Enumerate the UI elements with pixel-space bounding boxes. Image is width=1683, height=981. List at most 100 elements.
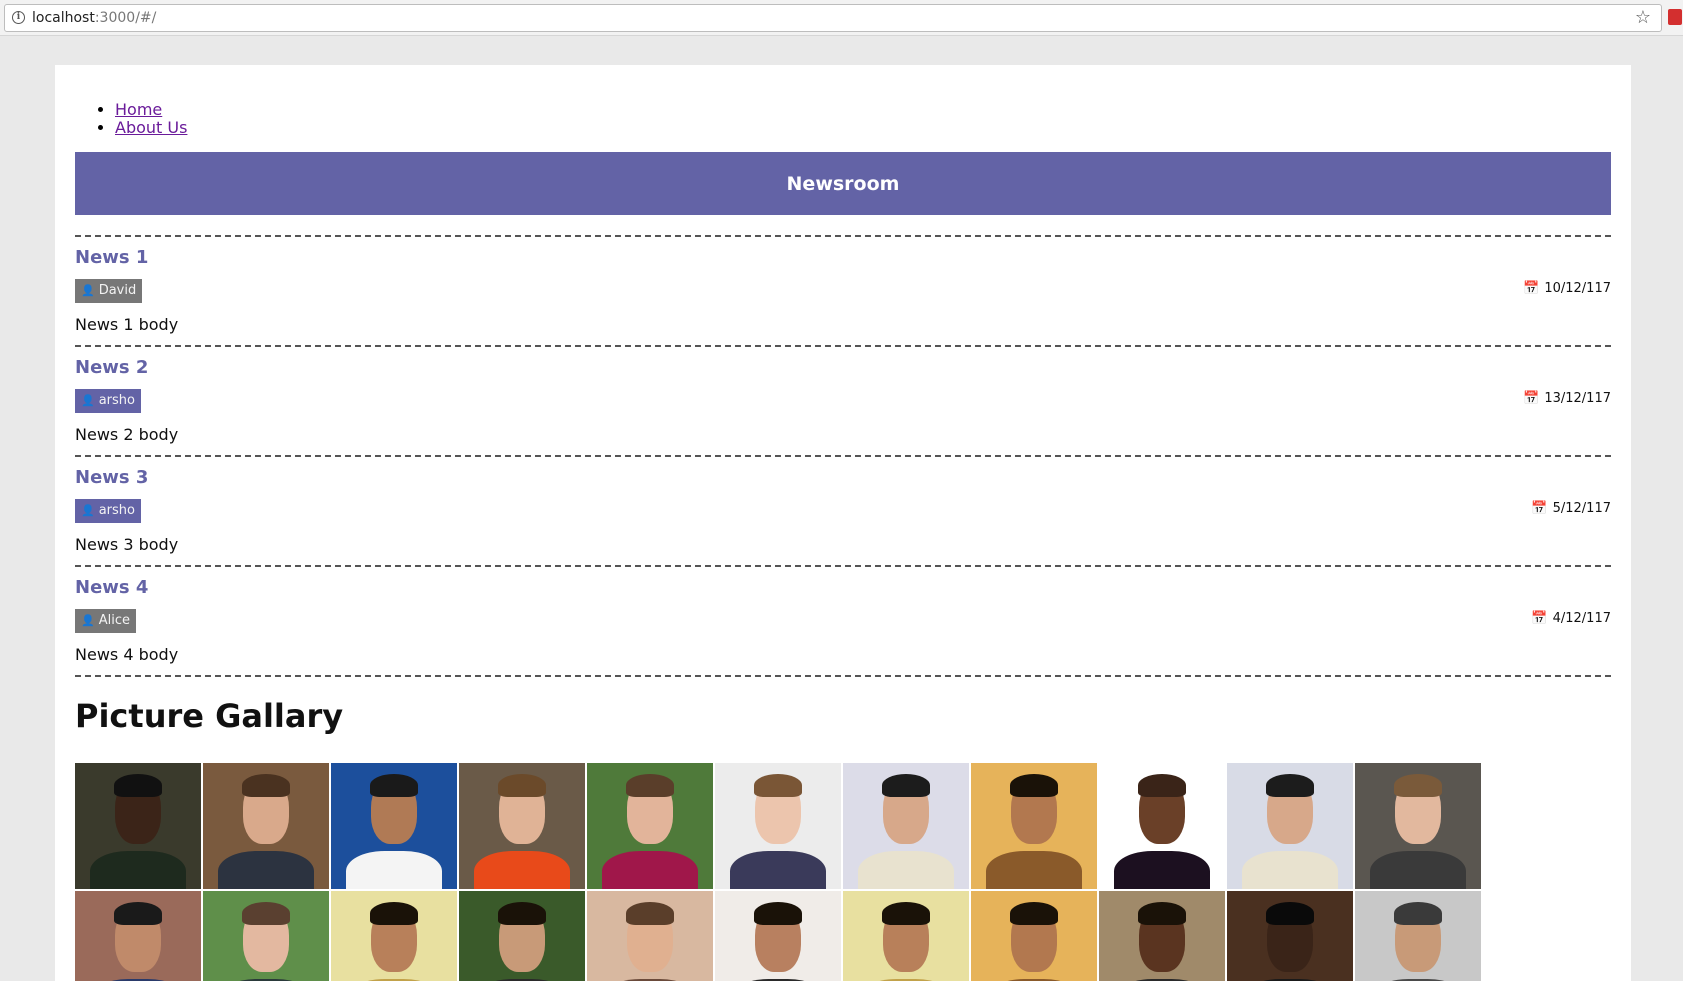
gallery-photo[interactable] — [715, 763, 841, 889]
newsroom-banner: Newsroom — [75, 152, 1611, 215]
news-item: News 2 👤 arsho 📅 13/12/117 News 2 body — [75, 347, 1611, 457]
photo-hair — [370, 774, 418, 797]
photo-hair — [242, 902, 290, 925]
gallery-photo[interactable] — [75, 891, 201, 981]
date-text: 10/12/117 — [1544, 281, 1611, 296]
photo-hair — [114, 774, 162, 797]
author-name: Alice — [98, 613, 130, 628]
photo-torso — [218, 851, 314, 889]
calendar-icon: 📅 — [1531, 611, 1548, 626]
photo-hair — [498, 774, 546, 797]
calendar-icon: 📅 — [1531, 501, 1548, 516]
photo-hair — [242, 774, 290, 797]
banner-title: Newsroom — [786, 172, 900, 195]
gallery-photo[interactable] — [75, 763, 201, 889]
photo-hair — [1138, 774, 1186, 797]
gallery-photo[interactable] — [1355, 891, 1481, 981]
gallery-photo[interactable] — [587, 891, 713, 981]
gallery-photo[interactable] — [203, 891, 329, 981]
photo-hair — [498, 902, 546, 925]
gallery-photo[interactable] — [971, 763, 1097, 889]
gallery-photo[interactable] — [1099, 763, 1225, 889]
photo-torso — [602, 851, 698, 889]
photo-hair — [1138, 902, 1186, 925]
nav-item-about: About Us — [115, 119, 1611, 137]
photo-hair — [1266, 774, 1314, 797]
gallery-photo[interactable] — [331, 891, 457, 981]
author-badge: 👤 arsho — [75, 389, 141, 413]
news-body: News 3 body — [75, 535, 179, 554]
nav-link-about[interactable]: About Us — [115, 118, 187, 137]
news-body: News 1 body — [75, 315, 179, 334]
url-text[interactable]: localhost:3000/#/ — [32, 10, 156, 26]
address-bar[interactable]: i localhost:3000/#/ ☆ — [4, 4, 1662, 32]
date-text: 13/12/117 — [1544, 391, 1611, 406]
nav-link-home[interactable]: Home — [115, 100, 162, 119]
author-name: arsho — [98, 393, 135, 408]
news-item: News 4 👤 Alice 📅 4/12/117 News 4 body — [75, 567, 1611, 677]
gallery-photo[interactable] — [1227, 763, 1353, 889]
news-date: 📅 4/12/117 — [1531, 611, 1611, 626]
author-badge: 👤 arsho — [75, 499, 141, 523]
gallery-photo[interactable] — [331, 763, 457, 889]
news-date: 📅 10/12/117 — [1523, 281, 1611, 296]
news-list: News 1 👤 David 📅 10/12/117 News 1 body New… — [75, 235, 1611, 677]
date-text: 4/12/117 — [1552, 611, 1611, 626]
gallery-photo[interactable] — [1227, 891, 1353, 981]
news-item: News 3 👤 arsho 📅 5/12/117 News 3 body — [75, 457, 1611, 567]
news-title[interactable]: News 2 — [75, 357, 148, 378]
photo-hair — [370, 902, 418, 925]
photo-hair — [1010, 774, 1058, 797]
gallery-photo[interactable] — [971, 891, 1097, 981]
calendar-icon: 📅 — [1523, 281, 1540, 296]
gallery-photo[interactable] — [715, 891, 841, 981]
page-container: Home About Us Newsroom News 1 👤David 📅10… — [55, 65, 1631, 981]
photo-hair — [1010, 902, 1058, 925]
date-text: 5/12/117 — [1552, 501, 1611, 516]
extension-icon[interactable] — [1668, 9, 1682, 25]
photo-torso — [730, 851, 826, 889]
photo-torso — [1370, 851, 1466, 889]
gallery-photo[interactable] — [1099, 891, 1225, 981]
gallery-photo[interactable] — [1355, 763, 1481, 889]
photo-hair — [754, 902, 802, 925]
photo-hair — [626, 774, 674, 797]
author-name: David — [98, 283, 137, 298]
photo-hair — [882, 774, 930, 797]
calendar-icon: 📅 — [1523, 391, 1540, 406]
photo-torso — [986, 851, 1082, 889]
photo-hair — [626, 902, 674, 925]
gallery-photo[interactable] — [587, 763, 713, 889]
bookmark-star-icon[interactable]: ☆ — [1635, 7, 1651, 28]
gallery-title: Picture Gallary — [75, 697, 344, 735]
gallery-photo[interactable] — [203, 763, 329, 889]
author-badge: 👤 Alice — [75, 609, 136, 633]
news-title[interactable]: News 1 — [75, 247, 148, 268]
news-title[interactable]: News 3 — [75, 467, 148, 488]
photo-hair — [882, 902, 930, 925]
browser-toolbar: i localhost:3000/#/ ☆ — [0, 0, 1683, 36]
photo-hair — [1394, 902, 1442, 925]
news-body: News 4 body — [75, 645, 179, 664]
photo-torso — [90, 851, 186, 889]
gallery-photo[interactable] — [843, 763, 969, 889]
photo-torso — [1114, 851, 1210, 889]
photo-torso — [858, 851, 954, 889]
gallery-photo[interactable] — [843, 891, 969, 981]
photo-hair — [114, 902, 162, 925]
news-title[interactable]: News 4 — [75, 577, 148, 598]
gallery-photo[interactable] — [459, 891, 585, 981]
user-icon: 👤 — [81, 284, 95, 297]
info-icon[interactable]: i — [12, 11, 25, 24]
photo-torso — [474, 851, 570, 889]
gallery-photo[interactable] — [459, 763, 585, 889]
photo-hair — [1394, 774, 1442, 797]
nav-item-home: Home — [115, 101, 1611, 119]
nav-menu: Home About Us — [75, 101, 1611, 137]
photo-torso — [1242, 851, 1338, 889]
photo-hair — [1266, 902, 1314, 925]
user-icon: 👤 — [81, 614, 95, 627]
photo-torso — [346, 851, 442, 889]
url-host: localhost — [32, 10, 95, 26]
news-body: News 2 body — [75, 425, 179, 444]
